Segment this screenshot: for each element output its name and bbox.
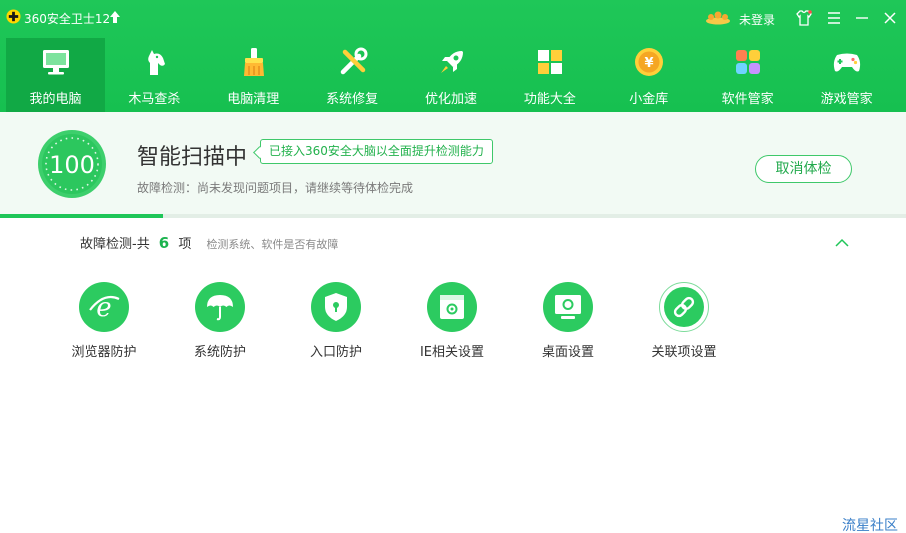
close-icon[interactable] <box>881 9 899 27</box>
nav-item-pc-cleanup[interactable]: 电脑清理 <box>204 38 303 112</box>
broom-icon <box>243 48 264 76</box>
nav-item-treasury[interactable]: ¥ 小金库 <box>599 38 698 112</box>
scan-subtitle: 故障检测：尚未发现问题项目，请继续等待体检完成 <box>137 181 414 195</box>
skin-shirt-icon[interactable] <box>795 9 813 27</box>
detection-item-ie-settings[interactable]: IE相关设置 <box>404 280 500 370</box>
detection-item-entry[interactable]: 入口防护 <box>288 280 384 370</box>
detection-item-browser[interactable]: e 浏览器防护 <box>56 280 152 370</box>
app-title: 360安全卫士12 <box>24 12 111 26</box>
detection-item-system[interactable]: 系统防护 <box>172 280 268 370</box>
item-label: 入口防护 <box>309 345 362 360</box>
umbrella-icon <box>195 282 245 332</box>
detection-section-header: 故障检测-共 6 项 检测系统、软件是否有故障 <box>80 233 338 253</box>
gold-coin-icon: ¥ <box>635 48 664 76</box>
link-icon <box>659 282 709 332</box>
nav-label: 优化加速 <box>425 92 478 107</box>
section-title: 故障检测-共 <box>80 237 150 252</box>
item-label: 系统防护 <box>193 345 246 360</box>
desktop-settings-icon <box>543 282 593 332</box>
ie-settings-icon <box>427 282 477 332</box>
detection-item-associations[interactable]: 关联项设置 <box>636 280 732 370</box>
nav-item-optimize[interactable]: 优化加速 <box>402 38 501 112</box>
section-unit: 项 <box>178 237 192 252</box>
section-description: 检测系统、软件是否有故障 <box>206 238 339 251</box>
horse-icon <box>148 50 165 75</box>
nav-label: 功能大全 <box>523 92 576 107</box>
menu-icon[interactable] <box>825 9 843 27</box>
watermark: 流星社区 <box>842 518 898 533</box>
detection-items: e 浏览器防护 系统防护 入口防护 IE相关设置 桌面设置 关联项设置 <box>56 280 756 370</box>
nav-label: 电脑清理 <box>227 92 280 107</box>
score-value: 100 <box>49 151 95 179</box>
score-ring: 100 <box>38 130 106 198</box>
nav-label: 木马查杀 <box>128 92 181 107</box>
cancel-scan-button[interactable]: 取消体检 <box>755 155 852 183</box>
nav-label: 我的电脑 <box>29 92 82 107</box>
repair-tools-icon <box>340 47 368 75</box>
vip-crown-icon[interactable] <box>705 11 731 25</box>
nav-item-software-manager[interactable]: 软件管家 <box>698 38 797 112</box>
ie-browser-icon: e <box>79 282 129 332</box>
minimize-icon[interactable] <box>853 9 871 27</box>
nav-item-all-features[interactable]: 功能大全 <box>500 38 599 112</box>
scan-progress-bar <box>0 214 906 218</box>
nav-label: 软件管家 <box>721 92 774 107</box>
item-label: IE相关设置 <box>419 345 485 360</box>
grid-apps-icon <box>538 50 563 74</box>
item-label: 浏览器防护 <box>71 345 137 360</box>
chevron-up-icon[interactable] <box>834 237 850 249</box>
shield-lock-icon <box>311 282 361 332</box>
title-bar: 360安全卫士12 未登录 <box>0 0 906 36</box>
login-link[interactable]: 未登录 <box>739 11 775 28</box>
section-count: 6 <box>158 234 170 252</box>
software-manager-icon <box>736 50 761 74</box>
nav-item-my-computer[interactable]: 我的电脑 <box>6 38 105 112</box>
rocket-icon <box>440 51 463 73</box>
nav-label: 系统修复 <box>326 92 379 107</box>
app-window: 360安全卫士12 未登录 我的电脑 木马查杀 电脑清理 系统修复 优化加速 功… <box>0 0 906 533</box>
brain-tag: 已接入360安全大脑以全面提升检测能力 <box>260 139 493 164</box>
header: 360安全卫士12 未登录 我的电脑 木马查杀 电脑清理 系统修复 优化加速 功… <box>0 0 906 112</box>
scan-status-panel: 100 智能扫描中 已接入360安全大脑以全面提升检测能力 故障检测：尚未发现问… <box>0 112 906 218</box>
detection-item-desktop[interactable]: 桌面设置 <box>520 280 616 370</box>
nav-label: 游戏管家 <box>820 92 873 107</box>
svg-text:¥: ¥ <box>645 56 654 71</box>
gamepad-icon <box>834 53 861 72</box>
nav-label: 小金库 <box>629 92 669 107</box>
main-nav: 我的电脑 木马查杀 电脑清理 系统修复 优化加速 功能大全 ¥ 小金库 软件管家… <box>6 38 896 112</box>
scan-title: 智能扫描中 <box>137 145 248 170</box>
item-label: 桌面设置 <box>541 345 594 360</box>
upgrade-arrow-icon[interactable] <box>110 11 120 23</box>
360-logo-icon <box>6 9 21 24</box>
monitor-icon <box>43 50 69 75</box>
nav-item-system-repair[interactable]: 系统修复 <box>303 38 402 112</box>
nav-item-game-manager[interactable]: 游戏管家 <box>797 38 896 112</box>
nav-item-trojan-scan[interactable]: 木马查杀 <box>105 38 204 112</box>
item-label: 关联项设置 <box>651 345 717 360</box>
scan-progress-fill <box>0 214 164 218</box>
